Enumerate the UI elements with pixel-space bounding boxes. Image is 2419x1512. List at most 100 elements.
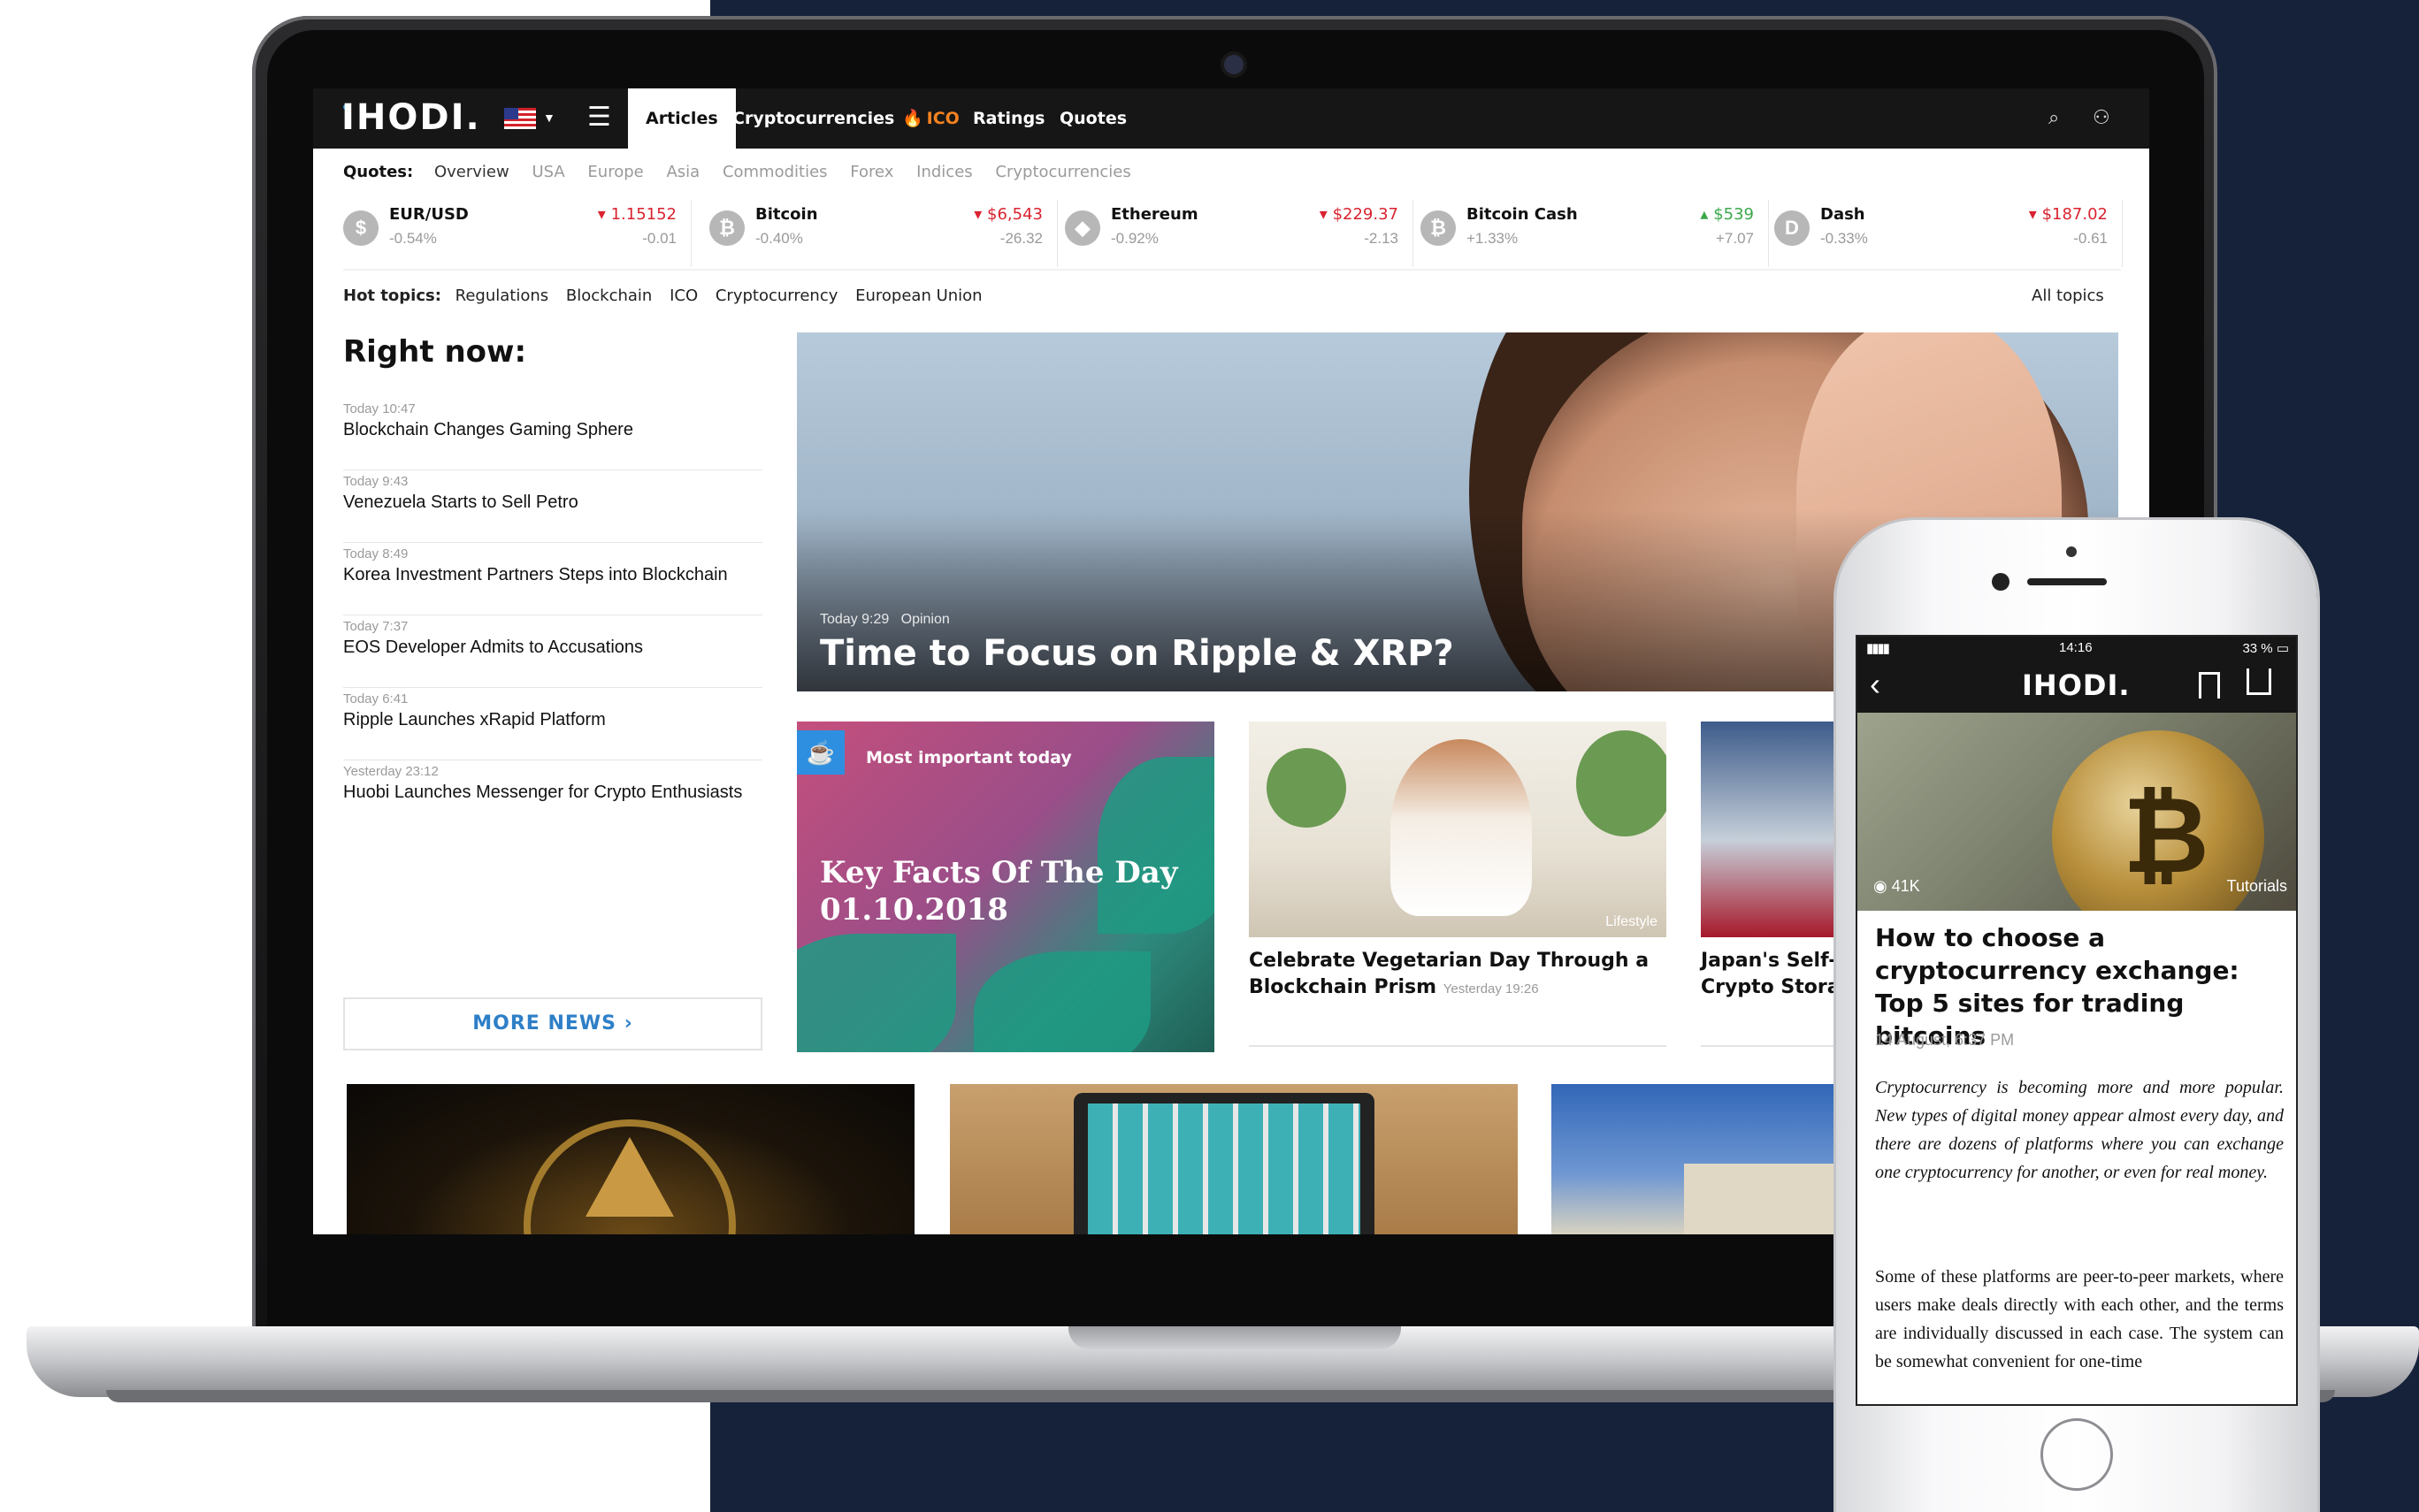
user-icon[interactable]: ⚇ bbox=[2093, 106, 2110, 129]
hot-topic-link[interactable]: Blockchain bbox=[566, 286, 652, 305]
phone-article-image: ₿ ◉ 41K Tutorials bbox=[1857, 713, 2296, 911]
hero-category: Opinion bbox=[900, 612, 950, 627]
hot-topic-link[interactable]: Cryptocurrency bbox=[716, 286, 838, 305]
phone-sensor bbox=[2066, 546, 2077, 557]
phone-status-bar: ▮▮▮▮ 14:16 33 % ▭ bbox=[1857, 637, 2296, 660]
search-icon[interactable]: ⌕ bbox=[2048, 106, 2059, 129]
ticker-ethereum[interactable]: ◆ Ethereum -0.92% ▾ $229.37 -2.13 bbox=[1065, 200, 1413, 267]
site-logo[interactable]: IHODI. bbox=[341, 97, 481, 138]
ticker-change: -26.32 bbox=[999, 230, 1043, 247]
news-time: Today 6:41 bbox=[343, 691, 409, 706]
plant-shape bbox=[1267, 748, 1346, 828]
card-title[interactable]: Key Facts Of The Day 01.10.2018 bbox=[820, 854, 1191, 928]
ticker-row: $ EUR/USD -0.54% ▾ 1.15152 -0.01 ₿ Bitco… bbox=[343, 200, 2123, 267]
ticker-change: -0.01 bbox=[642, 230, 677, 247]
ticker-eurusd[interactable]: $ EUR/USD -0.54% ▾ 1.15152 -0.01 bbox=[343, 200, 692, 267]
phone-article-date: 14 August, 6:37 PM bbox=[1875, 1031, 2015, 1049]
list-item[interactable]: Today 6:41 Ripple Launches xRapid Platfo… bbox=[343, 688, 762, 760]
status-time: 14:16 bbox=[2059, 640, 2093, 655]
quotes-tab-commodities[interactable]: Commodities bbox=[723, 163, 828, 181]
phone-article-paragraph: Cryptocurrency is becoming more and more… bbox=[1875, 1078, 2284, 1182]
tab-ico-label: ICO bbox=[926, 109, 960, 128]
card-category-tag: Lifestyle bbox=[1605, 914, 1657, 929]
quotes-tab-usa[interactable]: USA bbox=[532, 163, 564, 181]
quotes-tab-asia[interactable]: Asia bbox=[666, 163, 700, 181]
ticker-price: ▾ $6,543 bbox=[974, 205, 1043, 224]
bottom-article-laptop-image[interactable] bbox=[950, 1084, 1518, 1234]
ticker-price-value: $539 bbox=[1713, 205, 1754, 224]
news-title[interactable]: EOS Developer Admits to Accusations bbox=[343, 638, 762, 658]
tab-quotes[interactable]: Quotes bbox=[1060, 88, 1127, 149]
quotes-tab-indices[interactable]: Indices bbox=[916, 163, 973, 181]
phone-home-button[interactable] bbox=[2040, 1418, 2113, 1491]
hot-topic-link[interactable]: European Union bbox=[855, 286, 982, 305]
share-icon[interactable] bbox=[2247, 668, 2271, 695]
list-item[interactable]: Today 9:43 Venezuela Starts to Sell Petr… bbox=[343, 470, 762, 543]
flame-icon: 🔥 bbox=[902, 109, 923, 128]
hot-topic-link[interactable]: Regulations bbox=[455, 286, 549, 305]
ticker-price-value: 1.15152 bbox=[610, 205, 677, 224]
ticker-dash[interactable]: D Dash -0.33% ▾ $187.02 -0.61 bbox=[1774, 200, 2123, 267]
list-item[interactable]: Today 10:47 Blockchain Changes Gaming Sp… bbox=[343, 398, 762, 470]
phone-article-paragraph: Some of these platforms are peer-to-peer… bbox=[1875, 1267, 2284, 1371]
news-title[interactable]: Huobi Launches Messenger for Crypto Enth… bbox=[343, 783, 762, 803]
list-item[interactable]: Yesterday 23:12 Huobi Launches Messenger… bbox=[343, 760, 762, 833]
ticker-change: +7.07 bbox=[1715, 230, 1754, 247]
right-now-heading: Right now: bbox=[343, 334, 527, 370]
news-title[interactable]: Korea Investment Partners Steps into Blo… bbox=[343, 565, 762, 585]
tab-ratings[interactable]: Ratings bbox=[973, 88, 1045, 149]
card-title[interactable]: Celebrate Vegetarian Day Through a Block… bbox=[1249, 948, 1666, 1003]
card-key-facts[interactable]: ☕ Most important today Key Facts Of The … bbox=[797, 722, 1214, 1052]
news-title[interactable]: Blockchain Changes Gaming Sphere bbox=[343, 420, 762, 440]
card-badge-label: Most important today bbox=[866, 748, 1072, 767]
quotes-tab-cryptocurrencies[interactable]: Cryptocurrencies bbox=[995, 163, 1130, 181]
bitcoin-icon: ₿ bbox=[709, 210, 745, 246]
news-time: Today 8:49 bbox=[343, 546, 409, 561]
card-title-line[interactable]: Japan's Self-R bbox=[1701, 950, 1851, 972]
divider bbox=[1249, 1045, 1666, 1047]
quotes-tab-overview[interactable]: Overview bbox=[434, 163, 509, 181]
all-topics-link[interactable]: All topics bbox=[2032, 286, 2104, 305]
top-nav: IHODI. ▼ ☰ Articles Cryptocurrencies 🔥 IC… bbox=[313, 88, 2149, 149]
hot-topic-link[interactable]: ICO bbox=[670, 286, 698, 305]
ticker-bitcoin-cash[interactable]: ₿ Bitcoin Cash +1.33% ▴ $539 +7.07 bbox=[1420, 200, 1769, 267]
divider bbox=[343, 269, 2121, 271]
back-arrow-icon[interactable]: ‹ bbox=[1870, 667, 1880, 702]
ethereum-icon: ◆ bbox=[1065, 210, 1100, 246]
tab-articles[interactable]: Articles bbox=[628, 88, 736, 149]
bottom-article-ethereum-image[interactable] bbox=[347, 1084, 915, 1234]
ticker-change: -0.61 bbox=[2073, 230, 2108, 247]
quotes-bar: Quotes: Overview USA Europe Asia Commodi… bbox=[343, 163, 1149, 181]
card-vegetarian-image[interactable]: Lifestyle bbox=[1249, 722, 1666, 937]
ticker-pct: +1.33% bbox=[1466, 230, 1519, 247]
card-a-leaf bbox=[974, 951, 1151, 1052]
tab-ico[interactable]: 🔥 ICO bbox=[902, 88, 960, 149]
phone-app-bar: ‹ IHODI. bbox=[1857, 660, 2296, 713]
more-news-label: MORE NEWS bbox=[472, 1012, 617, 1035]
list-item[interactable]: Today 7:37 EOS Developer Admits to Accus… bbox=[343, 615, 762, 688]
ticker-bitcoin[interactable]: ₿ Bitcoin -0.40% ▾ $6,543 -26.32 bbox=[709, 200, 1058, 267]
ticker-name: Bitcoin Cash bbox=[1466, 205, 1578, 224]
more-news-button[interactable]: MORE NEWS › bbox=[343, 997, 762, 1050]
card-title-line[interactable]: Crypto Storag bbox=[1701, 976, 1854, 998]
ticker-pct: -0.40% bbox=[755, 230, 803, 247]
quotes-tab-europe[interactable]: Europe bbox=[587, 163, 643, 181]
phone-logo[interactable]: IHODI. bbox=[2022, 668, 2131, 702]
list-item[interactable]: Today 8:49 Korea Investment Partners Ste… bbox=[343, 543, 762, 615]
news-title[interactable]: Ripple Launches xRapid Platform bbox=[343, 710, 762, 730]
news-title[interactable]: Venezuela Starts to Sell Petro bbox=[343, 493, 762, 513]
ticker-name: Bitcoin bbox=[755, 205, 818, 224]
hamburger-menu-icon[interactable]: ☰ bbox=[587, 103, 611, 133]
ticker-name: Dash bbox=[1820, 205, 1865, 224]
quotes-tab-forex[interactable]: Forex bbox=[850, 163, 893, 181]
coffee-cup-icon: ☕ bbox=[797, 730, 845, 775]
us-flag-icon[interactable] bbox=[504, 108, 536, 129]
phone-screen: ▮▮▮▮ 14:16 33 % ▭ ‹ IHODI. ₿ ◉ 41K Tutor… bbox=[1856, 635, 2298, 1406]
ticker-pct: -0.54% bbox=[389, 230, 437, 247]
tab-cryptocurrencies[interactable]: Cryptocurrencies bbox=[732, 88, 894, 149]
chevron-down-icon[interactable]: ▼ bbox=[543, 111, 555, 125]
hero-title[interactable]: Time to Focus on Ripple & XRP? bbox=[820, 633, 1454, 674]
bookmark-icon[interactable] bbox=[2199, 672, 2220, 699]
hot-topics-label: Hot topics: bbox=[343, 286, 441, 305]
article-category[interactable]: Tutorials bbox=[2227, 877, 2287, 896]
